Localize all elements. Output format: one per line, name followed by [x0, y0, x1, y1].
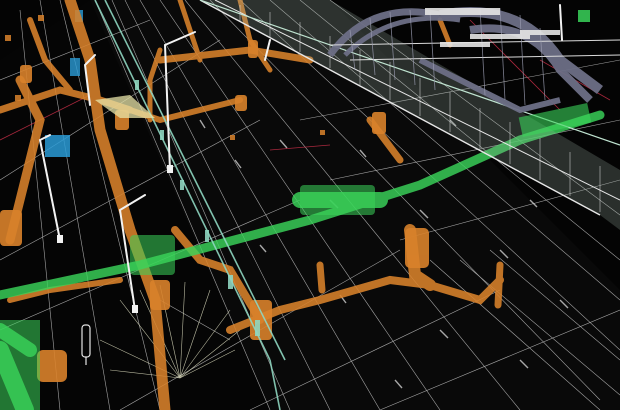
bim-utility-wireframe-render — [0, 0, 620, 410]
